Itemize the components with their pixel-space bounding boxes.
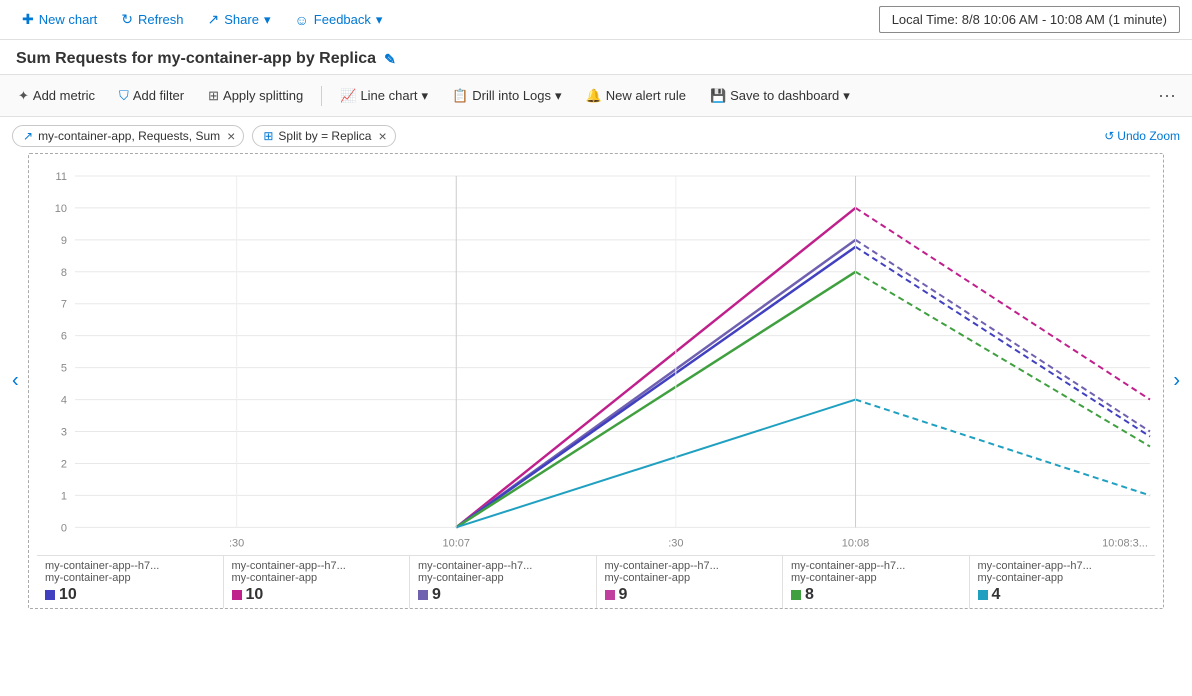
svg-text:10:08:3...: 10:08:3...: [1102, 537, 1148, 549]
add-filter-button[interactable]: ⛉ Add filter: [109, 84, 194, 108]
main-chart-svg: 11 10 9 8 7 6 5 4 3 2 1 0: [37, 162, 1155, 551]
svg-text:8: 8: [61, 267, 67, 279]
legend-color-3: [605, 590, 615, 600]
share-chevron-icon: ▾: [264, 12, 271, 28]
drill-logs-chevron: ▾: [555, 88, 562, 104]
page-title-bar: Sum Requests for my-container-app by Rep…: [0, 40, 1192, 74]
legend-item-4: my-container-app--h7... my-container-app…: [783, 556, 970, 608]
drill-into-logs-button[interactable]: 📋 Drill into Logs ▾: [442, 84, 571, 108]
chart-container-outer: ‹ 11 10 9 8 7 6 5 4 3 2 1 0: [28, 153, 1164, 609]
undo-icon: ↺: [1104, 129, 1114, 143]
svg-text:10: 10: [55, 203, 67, 215]
line-chart-icon: 📈: [340, 88, 356, 104]
filter-tags-row: ↗ my-container-app, Requests, Sum × ⊞ Sp…: [12, 125, 1180, 147]
edit-title-icon[interactable]: ✎: [384, 51, 396, 68]
svg-text:6: 6: [61, 331, 67, 343]
feedback-button[interactable]: ☺ Feedback ▾: [285, 7, 393, 33]
svg-text:7: 7: [61, 299, 67, 311]
drill-logs-icon: 📋: [452, 88, 468, 104]
save-chevron: ▾: [843, 88, 850, 104]
nav-arrow-right[interactable]: ›: [1173, 370, 1180, 393]
feedback-chevron-icon: ▾: [376, 12, 383, 28]
legend-color-2: [418, 590, 428, 600]
svg-text:9: 9: [61, 235, 67, 247]
toolbar-separator-1: [321, 86, 322, 106]
legend-item-1: my-container-app--h7... my-container-app…: [224, 556, 411, 608]
svg-text:10:07: 10:07: [443, 537, 470, 549]
legend-item-5: my-container-app--h7... my-container-app…: [970, 556, 1156, 608]
legend-color-1: [232, 590, 242, 600]
nav-arrow-left[interactable]: ‹: [12, 370, 19, 393]
svg-text:2: 2: [61, 458, 67, 470]
plus-icon: ✚: [22, 11, 34, 28]
metric-tag-remove[interactable]: ×: [227, 129, 235, 143]
svg-text:1: 1: [61, 490, 67, 502]
metrics-toolbar: ✦ Add metric ⛉ Add filter ⊞ Apply splitt…: [0, 74, 1192, 117]
chart-area: ↗ my-container-app, Requests, Sum × ⊞ Sp…: [0, 117, 1192, 609]
apply-splitting-button[interactable]: ⊞ Apply splitting: [198, 84, 313, 108]
share-button[interactable]: ↗ Share ▾: [198, 6, 281, 33]
legend-color-4: [791, 590, 801, 600]
filter-icon: ⛉: [119, 88, 129, 104]
refresh-icon: ↻: [121, 11, 133, 28]
save-dashboard-button[interactable]: 💾 Save to dashboard ▾: [700, 84, 860, 108]
svg-text::30: :30: [229, 537, 244, 549]
split-filter-tag: ⊞ Split by = Replica ×: [252, 125, 395, 147]
legend-item-2: my-container-app--h7... my-container-app…: [410, 556, 597, 608]
more-options-button[interactable]: ···: [1150, 81, 1184, 110]
svg-text::30: :30: [668, 537, 683, 549]
legend-color-0: [45, 590, 55, 600]
new-alert-rule-button[interactable]: 🔔 New alert rule: [576, 84, 696, 108]
alert-icon: 🔔: [586, 88, 602, 104]
save-icon: 💾: [710, 88, 726, 104]
new-chart-button[interactable]: ✚ New chart: [12, 6, 107, 33]
page-title: Sum Requests for my-container-app by Rep…: [16, 50, 376, 68]
undo-zoom-button[interactable]: ↺ Undo Zoom: [1104, 129, 1180, 143]
svg-text:3: 3: [61, 427, 67, 439]
time-range-button[interactable]: Local Time: 8/8 10:06 AM - 10:08 AM (1 m…: [879, 6, 1180, 33]
split-tag-remove[interactable]: ×: [378, 129, 386, 143]
add-metric-button[interactable]: ✦ Add metric: [8, 84, 105, 108]
metric-tag-icon: ↗: [23, 129, 33, 143]
line-chart-button[interactable]: 📈 Line chart ▾: [330, 84, 438, 108]
top-toolbar: ✚ New chart ↻ Refresh ↗ Share ▾ ☺ Feedba…: [0, 0, 1192, 40]
share-icon: ↗: [208, 11, 220, 28]
svg-text:10:08: 10:08: [842, 537, 869, 549]
line-chart-chevron: ▾: [422, 88, 429, 104]
svg-text:11: 11: [56, 171, 67, 183]
feedback-icon: ☺: [295, 12, 309, 28]
legend-area: my-container-app--h7... my-container-app…: [37, 555, 1155, 608]
metric-filter-tag: ↗ my-container-app, Requests, Sum ×: [12, 125, 244, 147]
legend-item-3: my-container-app--h7... my-container-app…: [597, 556, 784, 608]
legend-color-5: [978, 590, 988, 600]
refresh-button[interactable]: ↻ Refresh: [111, 6, 193, 33]
split-tag-icon: ⊞: [263, 129, 273, 143]
svg-text:5: 5: [61, 363, 67, 375]
chart-wrapper: 11 10 9 8 7 6 5 4 3 2 1 0: [28, 153, 1164, 609]
legend-item-0: my-container-app--h7... my-container-app…: [37, 556, 224, 608]
add-metric-icon: ✦: [18, 88, 29, 104]
svg-text:0: 0: [61, 522, 67, 534]
svg-text:4: 4: [61, 395, 67, 407]
splitting-icon: ⊞: [208, 88, 219, 104]
